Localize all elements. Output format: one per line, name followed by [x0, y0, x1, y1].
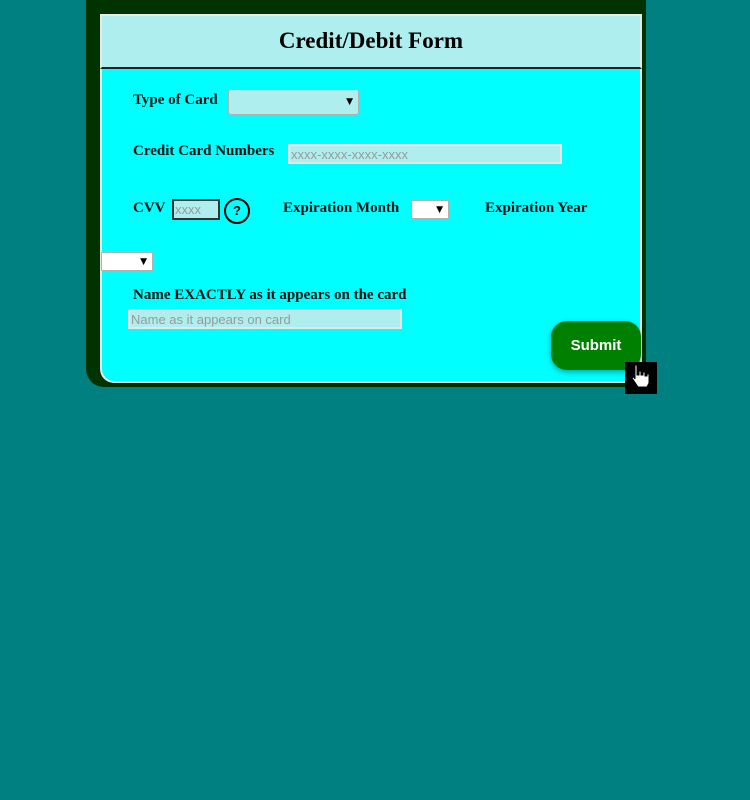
type-of-card-label: Type of Card [133, 92, 218, 108]
expiration-year-label: Expiration Year [485, 200, 588, 216]
expiration-month-select[interactable]: ▼ [411, 200, 449, 219]
form-header: Credit/Debit Form [100, 14, 642, 69]
type-of-card-select[interactable]: ▼ [228, 89, 359, 115]
question-circle-icon[interactable]: ? [224, 198, 250, 224]
chevron-down-icon: ▼ [346, 97, 353, 107]
hand-pointer-icon [625, 362, 657, 394]
cvv-input[interactable] [172, 199, 220, 220]
chevron-down-icon: ▼ [436, 204, 443, 215]
card-numbers-label: Credit Card Numbers [133, 143, 275, 159]
name-on-card-label: Name EXACTLY as it appears on the card [133, 287, 407, 303]
chevron-down-icon: ▼ [140, 256, 147, 267]
card-number-input[interactable] [288, 144, 562, 164]
expiration-month-label: Expiration Month [283, 200, 400, 216]
cvv-label: CVV [133, 200, 166, 216]
expiration-year-select[interactable]: ▼ [101, 252, 153, 271]
page-title: Credit/Debit Form [278, 28, 464, 53]
name-on-card-input[interactable] [128, 309, 402, 329]
